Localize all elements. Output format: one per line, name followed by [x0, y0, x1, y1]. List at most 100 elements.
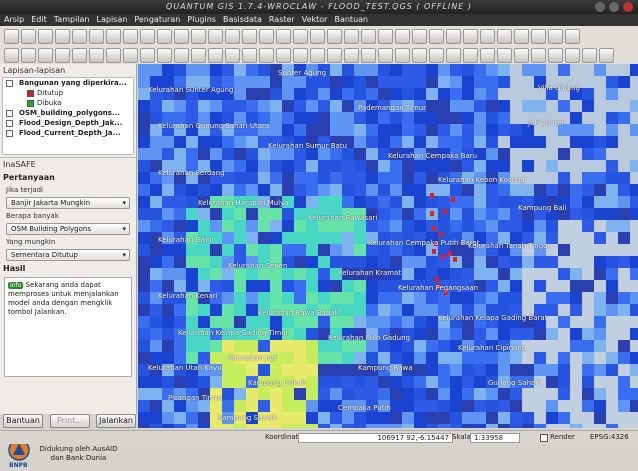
menu-item[interactable]: Arsip [4, 15, 24, 24]
toolbar-tool-icon[interactable] [259, 48, 274, 63]
map-canvas[interactable]: Sunter Agung Kelurahan Sunter Agung Padema… [138, 64, 638, 428]
scale-field[interactable]: 1:33958 [470, 433, 520, 443]
toolbar-tool-icon[interactable] [106, 48, 121, 63]
toolbar-tool-icon[interactable] [429, 48, 444, 63]
close-icon[interactable] [623, 2, 633, 12]
epsg-label[interactable]: EPSG:4326 [590, 431, 629, 444]
toolbar-tool-icon[interactable] [242, 48, 257, 63]
toolbar-tool-icon[interactable] [72, 48, 87, 63]
toolbar-tool-icon[interactable] [191, 29, 206, 44]
toolbar-tool-icon[interactable] [55, 29, 70, 44]
toolbar-tool-icon[interactable] [174, 48, 189, 63]
toolbar-tool-icon[interactable] [123, 48, 138, 63]
menu-item[interactable]: Plugins [187, 15, 216, 24]
layer-checkbox[interactable] [6, 130, 13, 137]
toolbar-tool-icon[interactable] [140, 29, 155, 44]
toolbar-tool-icon[interactable] [531, 48, 546, 63]
toolbar-tool-icon[interactable] [38, 48, 53, 63]
toolbar-tool-icon[interactable] [548, 29, 563, 44]
print-button[interactable]: Print... [50, 414, 90, 428]
toolbar-tool-icon[interactable] [276, 48, 291, 63]
toolbar-tool-icon[interactable] [480, 48, 495, 63]
menu-item[interactable]: Pengaturan [134, 15, 180, 24]
maximize-icon[interactable] [609, 2, 619, 12]
toolbar-tool-icon[interactable] [191, 48, 206, 63]
toolbar-tool-icon[interactable] [21, 48, 36, 63]
render-checkbox[interactable] [540, 434, 548, 442]
toolbar-tool-icon[interactable] [225, 29, 240, 44]
toolbar-tool-icon[interactable] [310, 29, 325, 44]
toolbar-tool-icon[interactable] [599, 48, 614, 63]
toolbar-tool-icon[interactable] [548, 48, 563, 63]
layer-item[interactable]: OSM_building_polygons... [3, 108, 133, 118]
toolbar-tool-icon[interactable] [140, 48, 155, 63]
toolbar-tool-icon[interactable] [446, 48, 461, 63]
toolbar-tool-icon[interactable] [21, 29, 36, 44]
hazard-select[interactable]: Banjir Jakarta Mungkin [6, 197, 130, 209]
layer-checkbox[interactable] [6, 80, 13, 87]
help-button[interactable]: Bantuan [3, 414, 43, 428]
toolbar-tool-icon[interactable] [276, 29, 291, 44]
toolbar-tool-icon[interactable] [412, 48, 427, 63]
menu-item[interactable]: Lapisan [97, 15, 128, 24]
toolbar-tool-icon[interactable] [565, 29, 580, 44]
toolbar-tool-icon[interactable] [497, 48, 512, 63]
toolbar-tool-icon[interactable] [72, 29, 87, 44]
layer-item[interactable]: Flood_Current_Depth_Ja... [3, 128, 133, 138]
toolbar-tool-icon[interactable] [361, 29, 376, 44]
toolbar-tool-icon[interactable] [123, 29, 138, 44]
toolbar-tool-icon[interactable] [4, 48, 19, 63]
toolbar-tool-icon[interactable] [89, 29, 104, 44]
toolbar-tool-icon[interactable] [344, 48, 359, 63]
toolbar-tool-icon[interactable] [4, 29, 19, 44]
toolbar-tool-icon[interactable] [361, 48, 376, 63]
toolbar-tool-icon[interactable] [395, 29, 410, 44]
toolbar-tool-icon[interactable] [514, 48, 529, 63]
toolbar-tool-icon[interactable] [463, 48, 478, 63]
menu-item[interactable]: Raster [269, 15, 295, 24]
toolbar-tool-icon[interactable] [38, 29, 53, 44]
function-select[interactable]: Sementara Ditutup [6, 249, 130, 261]
toolbar-tool-icon[interactable] [89, 48, 104, 63]
toolbar-tool-icon[interactable] [446, 29, 461, 44]
toolbar-tool-icon[interactable] [157, 48, 172, 63]
toolbar-tool-icon[interactable] [157, 29, 172, 44]
layer-checkbox[interactable] [6, 110, 13, 117]
menu-item[interactable]: Bantuan [334, 15, 368, 24]
layer-checkbox[interactable] [6, 120, 13, 127]
menu-item[interactable]: Tampilan [54, 15, 90, 24]
toolbar-tool-icon[interactable] [582, 48, 597, 63]
toolbar-tool-icon[interactable] [565, 48, 580, 63]
toolbar-tool-icon[interactable] [497, 29, 512, 44]
menu-item[interactable]: Basisdata [223, 15, 262, 24]
toolbar-tool-icon[interactable] [293, 29, 308, 44]
toolbar-tool-icon[interactable] [225, 48, 240, 63]
toolbar-tool-icon[interactable] [208, 29, 223, 44]
toolbar-tool-icon[interactable] [327, 29, 342, 44]
layer-item[interactable]: Flood_Design_Depth_Jak... [3, 118, 133, 128]
toolbar-tool-icon[interactable] [242, 29, 257, 44]
toolbar-tool-icon[interactable] [174, 29, 189, 44]
toolbar-tool-icon[interactable] [412, 29, 427, 44]
toolbar-tool-icon[interactable] [259, 29, 274, 44]
toolbar-tool-icon[interactable] [208, 48, 223, 63]
toolbar-tool-icon[interactable] [55, 48, 70, 63]
run-button[interactable]: Jalankan [96, 414, 136, 428]
menu-item[interactable]: Vektor [302, 15, 328, 24]
toolbar-tool-icon[interactable] [344, 29, 359, 44]
toolbar-tool-icon[interactable] [531, 29, 546, 44]
coordinate-field[interactable]: 106917 92,-6.15447 [298, 433, 453, 443]
menu-item[interactable]: Edit [31, 15, 47, 24]
toolbar-tool-icon[interactable] [293, 48, 308, 63]
toolbar-tool-icon[interactable] [480, 29, 495, 44]
toolbar-tool-icon[interactable] [429, 29, 444, 44]
minimize-icon[interactable] [595, 2, 605, 12]
toolbar-tool-icon[interactable] [106, 29, 121, 44]
layer-item[interactable]: Bangunan yang diperkira... [3, 78, 133, 88]
toolbar-tool-icon[interactable] [310, 48, 325, 63]
toolbar-tool-icon[interactable] [395, 48, 410, 63]
toolbar-tool-icon[interactable] [378, 29, 393, 44]
exposure-select[interactable]: OSM Building Polygons [6, 223, 130, 235]
toolbar-tool-icon[interactable] [327, 48, 342, 63]
toolbar-tool-icon[interactable] [378, 48, 393, 63]
